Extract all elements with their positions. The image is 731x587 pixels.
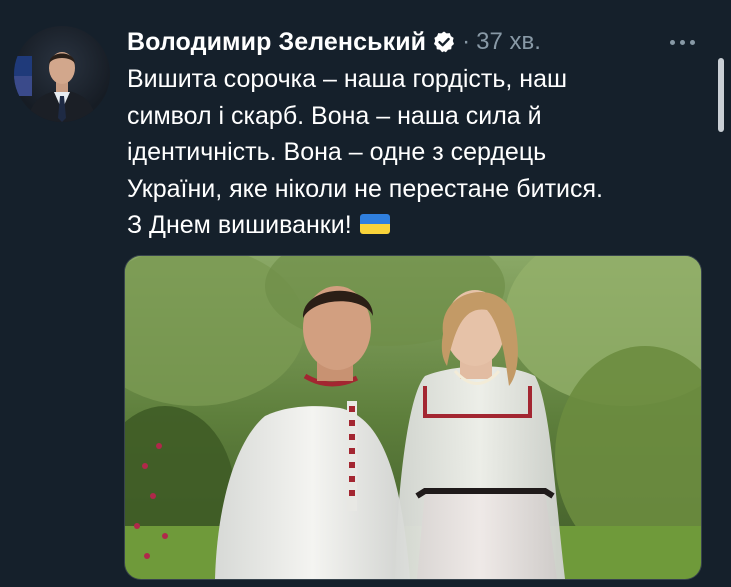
author-avatar[interactable] — [14, 26, 110, 122]
tweet-text-line: України, яке ніколи не перестане битися. — [127, 174, 603, 203]
tweet-text-line: символ і скарб. Вона – наша сила й — [127, 101, 542, 130]
tweet-text-line: Вишита сорочка – наша гордість, наш — [127, 65, 568, 93]
tweet-text: Вишита сорочка – наша гордість, наш симв… — [127, 61, 707, 244]
avatar-portrait — [14, 52, 96, 122]
timestamp[interactable]: 37 хв. — [476, 28, 541, 56]
tweet-header: Володимир Зеленський · 37 хв. — [127, 25, 541, 59]
more-dot-icon — [669, 39, 675, 45]
tweet-text-line: З Днем вишиванки! — [127, 211, 352, 240]
more-dot-icon — [679, 39, 685, 45]
author-name[interactable]: Володимир Зеленський — [127, 28, 426, 57]
ukraine-flag-icon — [359, 214, 390, 235]
tweet-text-last-line: З Днем вишиванки! — [127, 207, 707, 244]
more-dot-icon — [689, 39, 695, 45]
more-options-button[interactable] — [664, 30, 700, 54]
tweet-photo[interactable] — [124, 255, 702, 580]
verified-badge-icon — [432, 30, 456, 54]
separator-dot: · — [462, 28, 471, 55]
tweet-text-line: ідентичність. Вона – одне з сердець — [127, 138, 547, 167]
scrollbar-thumb[interactable] — [718, 58, 724, 132]
tweet[interactable]: Володимир Зеленський · 37 хв. Вишита сор… — [0, 0, 731, 587]
photo-image — [125, 256, 701, 579]
